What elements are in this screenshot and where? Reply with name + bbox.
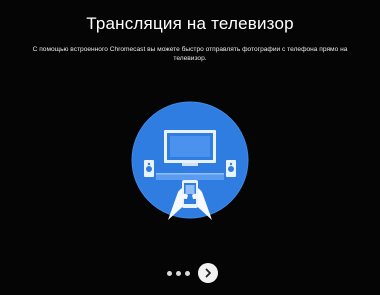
next-button[interactable] xyxy=(198,263,218,283)
page-dot[interactable] xyxy=(185,270,190,276)
onboarding-screen: Трансляция на телевизор С помощью встрое… xyxy=(0,0,380,295)
page-dot[interactable] xyxy=(167,270,172,276)
page-description: С помощью встроенного Chromecast вы може… xyxy=(32,46,348,62)
chevron-right-icon xyxy=(205,268,211,278)
page-indicator xyxy=(167,262,218,284)
page-dot[interactable] xyxy=(176,270,181,276)
phone-casting-to-tv-icon xyxy=(130,100,250,220)
page-title: Трансляция на телевизор xyxy=(86,14,294,33)
